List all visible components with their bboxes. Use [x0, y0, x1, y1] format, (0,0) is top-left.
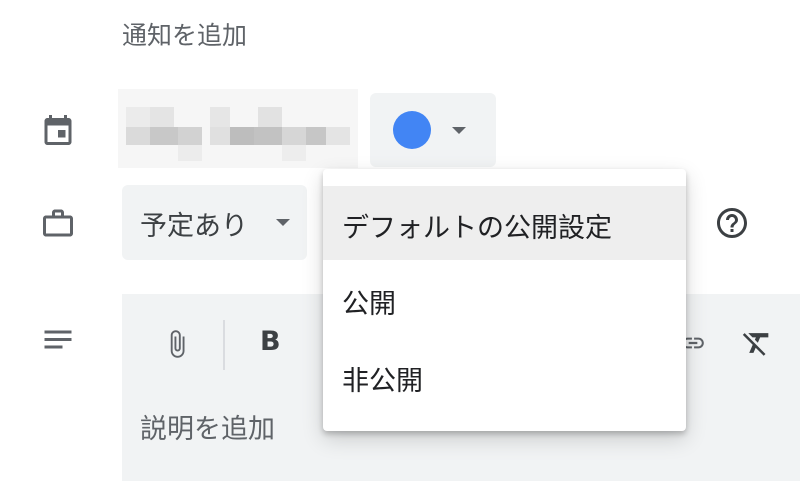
briefcase-icon — [40, 205, 76, 241]
chevron-down-icon — [276, 219, 290, 226]
menu-item-label: デフォルトの公開設定 — [342, 213, 612, 244]
menu-item-label: 公開 — [342, 289, 396, 320]
paperclip-icon[interactable] — [162, 324, 192, 364]
description-placeholder: 説明を追加 — [140, 414, 275, 445]
calendar-selector-blurred[interactable] — [118, 89, 358, 168]
availability-value: 予定あり — [140, 211, 248, 242]
help-icon[interactable] — [714, 205, 750, 241]
clear-formatting-icon[interactable] — [740, 326, 774, 360]
menu-item-private[interactable]: 非公開 — [323, 339, 686, 413]
availability-select[interactable]: 予定あり — [122, 185, 307, 260]
bold-button[interactable]: B — [260, 326, 281, 357]
menu-item-default-visibility[interactable]: デフォルトの公開設定 — [323, 186, 686, 260]
toolbar-divider — [223, 320, 225, 370]
add-notification-link[interactable]: 通知を追加 — [122, 16, 247, 52]
calendar-icon — [40, 112, 76, 148]
menu-item-public[interactable]: 公開 — [323, 262, 686, 336]
event-color-picker[interactable] — [370, 93, 496, 167]
menu-item-label: 非公開 — [342, 366, 423, 397]
chevron-down-icon — [452, 127, 466, 134]
notes-icon — [40, 323, 76, 359]
visibility-menu: デフォルトの公開設定 公開 非公開 — [323, 169, 686, 431]
selected-color-swatch — [393, 111, 431, 149]
